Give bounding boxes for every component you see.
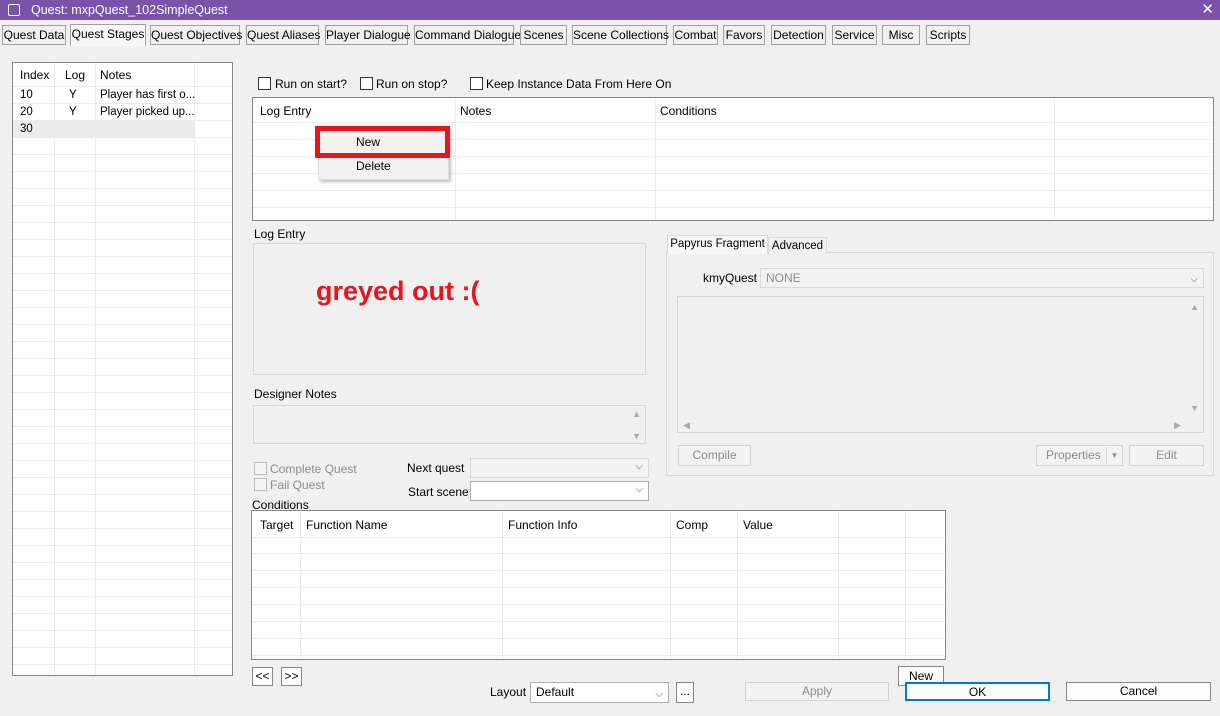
start-scene-select[interactable]: ⌵ (470, 481, 649, 501)
stage-notes[interactable]: Player picked up... (100, 106, 195, 118)
col-notes[interactable]: Notes (100, 68, 131, 82)
complete-quest-checkbox[interactable] (254, 462, 267, 475)
tab-command-dialogue[interactable]: Command Dialogue (414, 25, 521, 45)
fail-quest-checkbox[interactable] (254, 478, 267, 491)
col-log-entry[interactable]: Log Entry (260, 104, 311, 118)
tab-papyrus-fragment[interactable]: Papyrus Fragment (667, 235, 768, 254)
tab-quest-aliases[interactable]: Quest Aliases (246, 25, 320, 45)
chevron-down-icon: ⌵ (635, 484, 643, 495)
layout-more-button[interactable]: ... (676, 682, 694, 703)
next-button[interactable]: >> (281, 667, 302, 686)
title-bar: Quest: mxpQuest_102SimpleQuest ✕ (0, 0, 1220, 20)
tab-favors[interactable]: Favors (723, 25, 765, 45)
tab-combat[interactable]: Combat (673, 25, 718, 45)
kmyquest-label: kmyQuest (703, 271, 758, 285)
tab-scene-collections[interactable]: Scene Collections (572, 25, 669, 45)
stage-notes[interactable]: Player has first o... (100, 89, 195, 101)
stage-index[interactable]: 30 (20, 123, 33, 135)
keep-instance-label[interactable]: Keep Instance Data From Here On (486, 77, 671, 91)
layout-select[interactable]: Default ⌵ (530, 682, 669, 703)
run-on-start-label[interactable]: Run on start? (275, 77, 347, 91)
properties-button[interactable]: Properties ▼ (1036, 445, 1123, 466)
tab-quest-stages[interactable]: Quest Stages (70, 24, 146, 46)
scroll-down-icon[interactable]: ▼ (632, 431, 641, 441)
col-function-info[interactable]: Function Info (508, 518, 577, 532)
col-log-conditions[interactable]: Conditions (660, 104, 717, 118)
caret-down-icon[interactable]: ▼ (1106, 447, 1122, 464)
tab-misc[interactable]: Misc (882, 25, 920, 45)
tab-service[interactable]: Service (832, 25, 877, 45)
col-value[interactable]: Value (743, 518, 773, 532)
run-on-stop-label[interactable]: Run on stop? (376, 77, 447, 91)
col-comp[interactable]: Comp (676, 518, 708, 532)
apply-button[interactable]: Apply (745, 682, 889, 701)
stages-list[interactable]: Index Log Notes 10 Y Player has first o.… (12, 62, 233, 676)
tab-player-dialogue[interactable]: Player Dialogue (325, 25, 411, 45)
scroll-up-icon[interactable]: ▲ (1190, 302, 1199, 312)
tab-scenes[interactable]: Scenes (520, 25, 567, 45)
greyed-out-annotation: greyed out :( (316, 276, 480, 306)
chevron-down-icon: ⌵ (1190, 274, 1198, 285)
complete-quest-label[interactable]: Complete Quest (270, 462, 357, 476)
kmyquest-value: NONE (766, 271, 801, 285)
script-list[interactable]: ▲ ▼ ◀ ▶ (677, 296, 1204, 433)
start-scene-label: Start scene (408, 485, 469, 499)
run-on-stop-checkbox[interactable] (360, 77, 373, 90)
compile-button[interactable]: Compile (678, 445, 751, 466)
selected-row-highlight (13, 120, 194, 137)
scroll-left-icon[interactable]: ◀ (683, 420, 690, 431)
menu-item-delete[interactable]: Delete (319, 155, 448, 177)
scroll-right-icon[interactable]: ▶ (1174, 420, 1181, 431)
highlight-box (315, 126, 450, 158)
ok-button[interactable]: OK (905, 682, 1050, 701)
col-log[interactable]: Log (65, 68, 85, 82)
scroll-down-icon[interactable]: ▼ (1190, 403, 1199, 413)
designer-notes-textbox[interactable]: ▲ ▼ (253, 405, 646, 444)
tab-quest-data[interactable]: Quest Data (2, 25, 66, 45)
col-function-name[interactable]: Function Name (306, 518, 387, 532)
chevron-down-icon: ⌵ (655, 689, 663, 700)
close-icon[interactable]: ✕ (1201, 0, 1214, 20)
keep-instance-checkbox[interactable] (470, 77, 483, 90)
stage-log[interactable]: Y (69, 89, 77, 101)
stage-index[interactable]: 10 (20, 89, 33, 101)
next-quest-select[interactable]: ⌵ (470, 458, 649, 478)
tab-scripts[interactable]: Scripts (926, 25, 970, 45)
designer-notes-label: Designer Notes (254, 387, 337, 401)
col-target[interactable]: Target (260, 518, 293, 532)
next-quest-label: Next quest (407, 461, 465, 475)
scroll-up-icon[interactable]: ▲ (632, 409, 641, 419)
prev-button[interactable]: << (252, 667, 273, 686)
log-entry-textbox[interactable] (253, 243, 646, 375)
run-on-start-checkbox[interactable] (258, 77, 271, 90)
stage-log[interactable]: Y (69, 106, 77, 118)
conditions-table[interactable]: Target Function Name Function Info Comp … (251, 510, 946, 660)
cancel-button[interactable]: Cancel (1066, 682, 1211, 701)
layout-value: Default (536, 685, 575, 699)
tab-advanced[interactable]: Advanced (768, 237, 827, 254)
fail-quest-label[interactable]: Fail Quest (270, 478, 325, 492)
tab-quest-objectives[interactable]: Quest Objectives (150, 25, 242, 45)
col-index[interactable]: Index (20, 68, 49, 82)
col-log-notes[interactable]: Notes (460, 104, 491, 118)
tab-detection[interactable]: Detection (771, 25, 826, 45)
window-title: Quest: mxpQuest_102SimpleQuest (31, 3, 228, 17)
chevron-down-icon: ⌵ (635, 461, 643, 472)
log-entry-label: Log Entry (254, 227, 306, 241)
app-icon (8, 4, 20, 16)
properties-label: Properties (1046, 448, 1101, 462)
stage-index[interactable]: 20 (20, 106, 33, 118)
edit-button[interactable]: Edit (1129, 445, 1204, 466)
layout-label: Layout (490, 685, 527, 699)
kmyquest-select[interactable]: NONE ⌵ (760, 268, 1204, 288)
